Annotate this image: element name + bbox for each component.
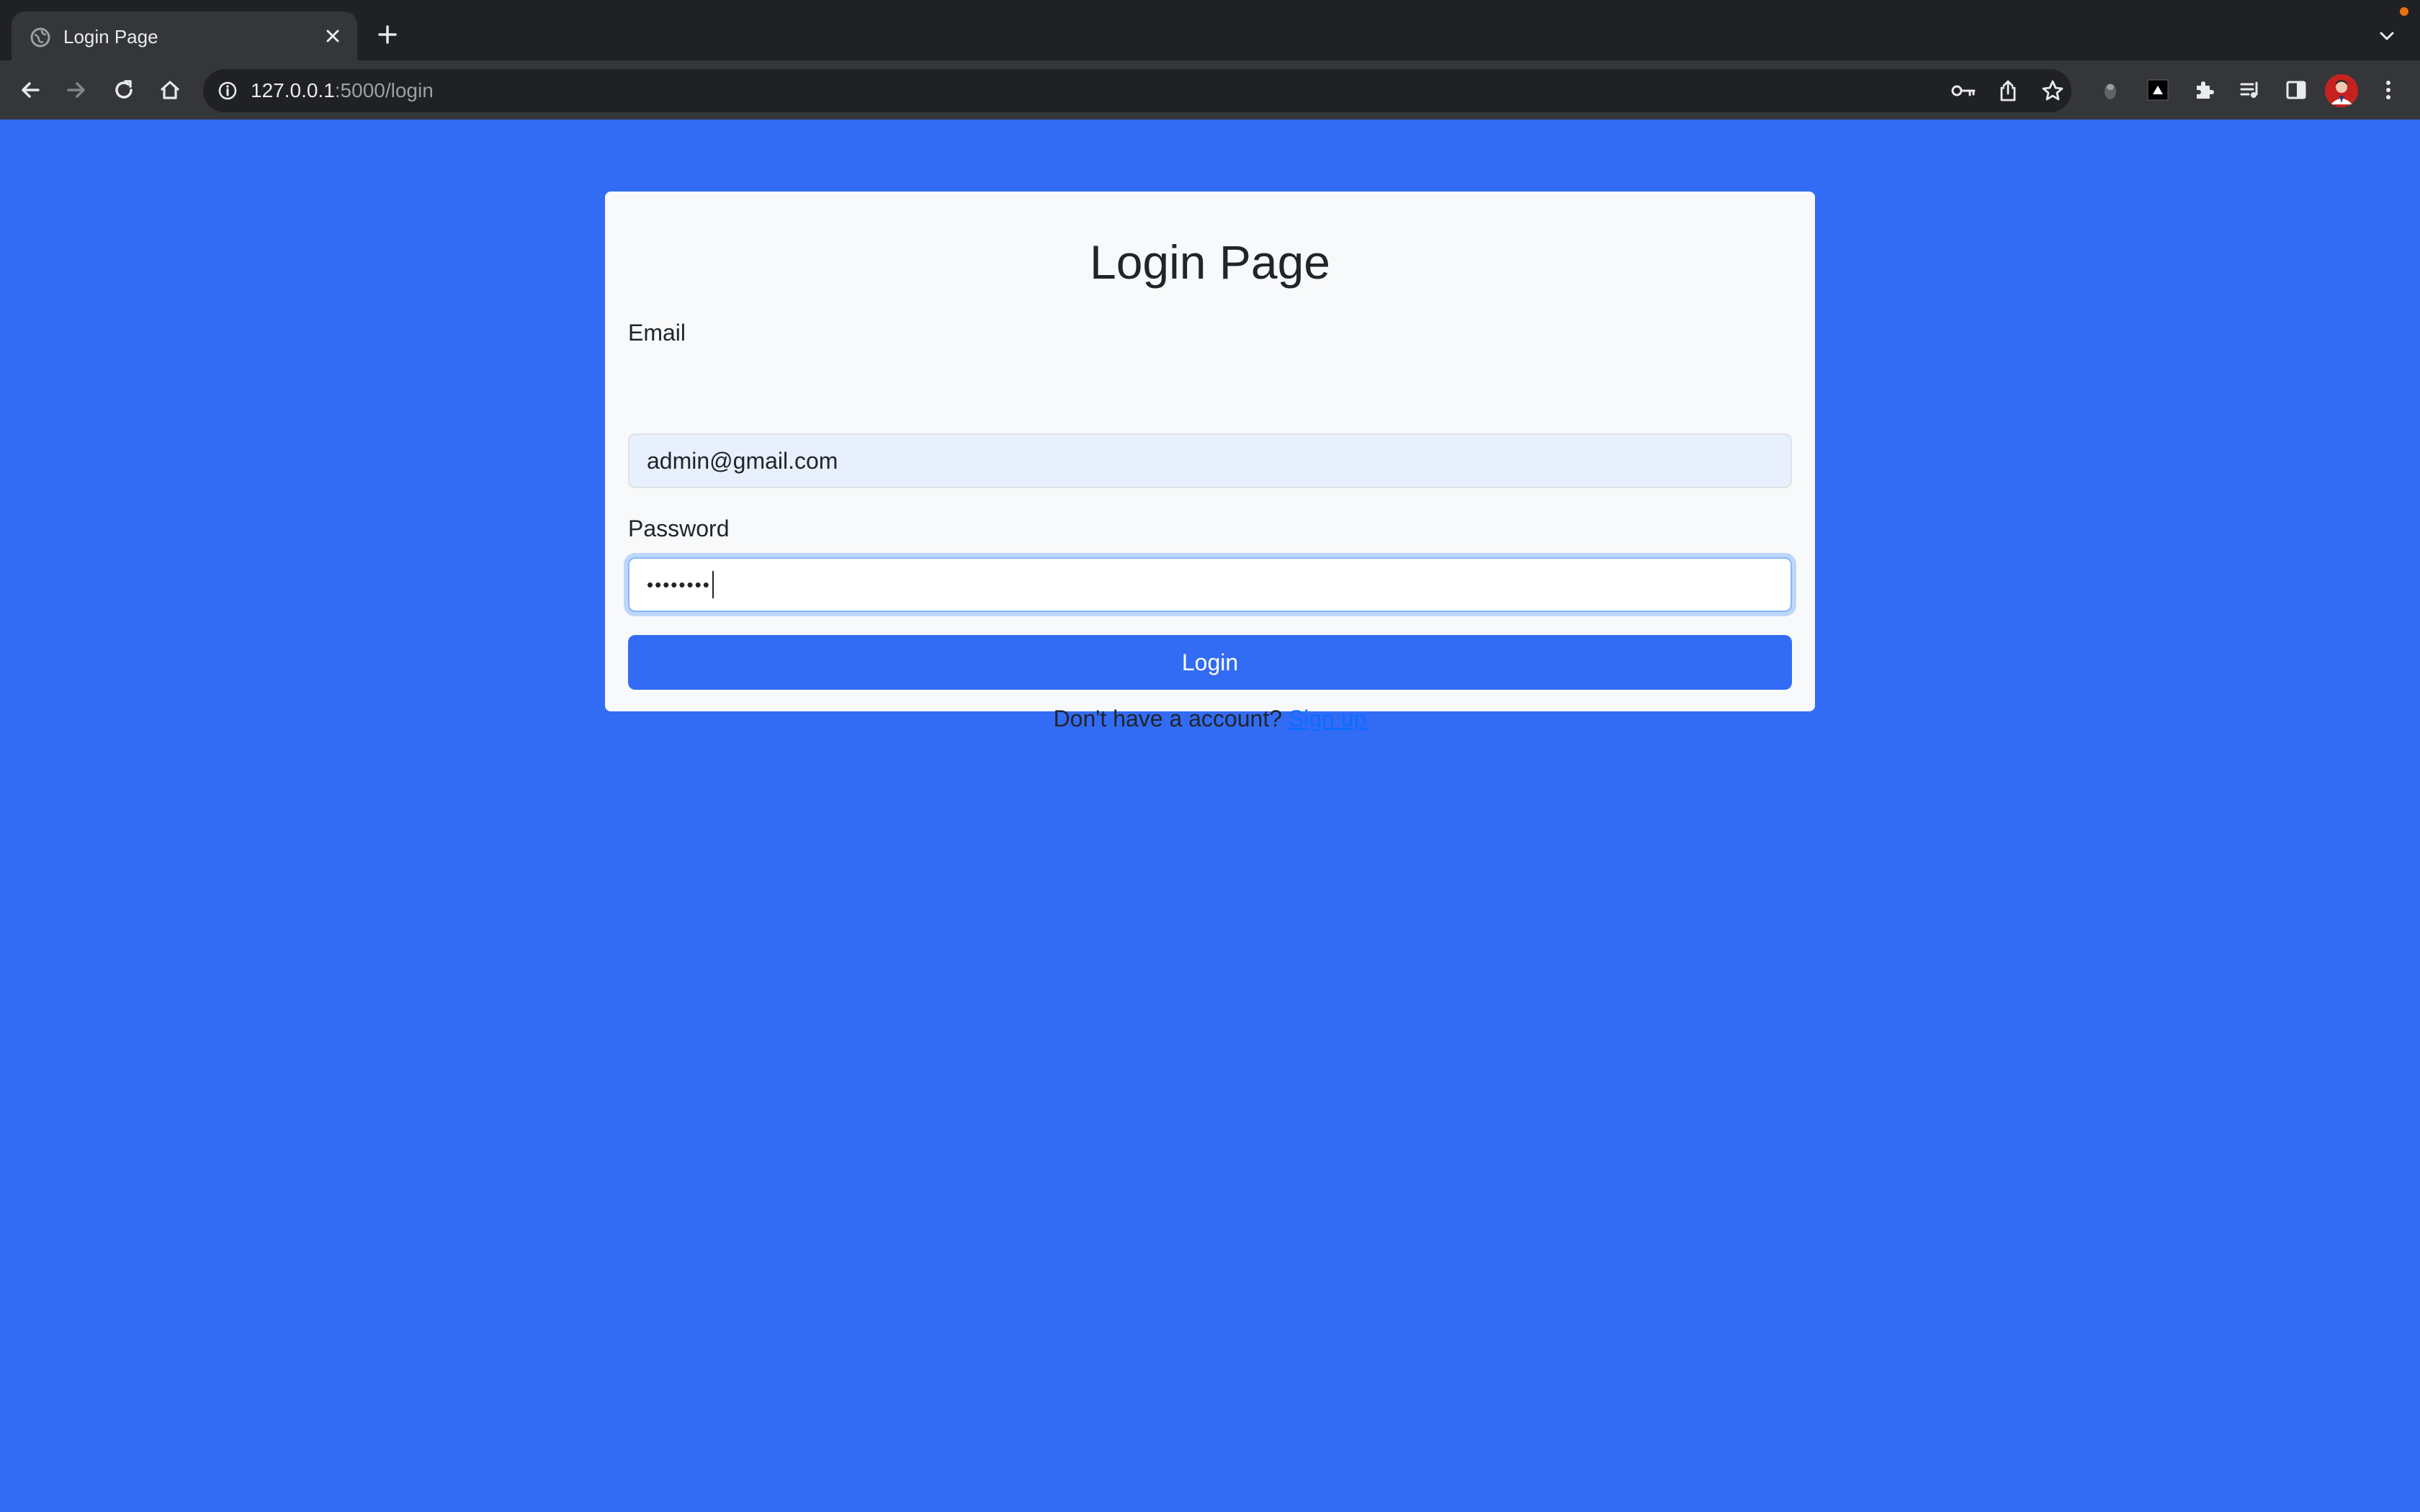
star-icon[interactable] — [2038, 78, 2067, 104]
password-field[interactable]: •••••••• — [628, 557, 1792, 612]
media-queue-icon[interactable] — [2234, 74, 2266, 106]
kebab-menu-icon[interactable] — [2372, 74, 2404, 106]
login-card: Login Page Email admin@gmail.com Passwor… — [605, 192, 1815, 732]
avatar[interactable] — [2325, 74, 2358, 107]
puzzle-icon[interactable] — [2188, 74, 2220, 106]
tab-title: Login Page — [63, 26, 158, 48]
key-icon[interactable] — [1949, 78, 1978, 104]
extension-black-icon[interactable] — [2142, 74, 2174, 106]
recording-indicator — [2400, 7, 2408, 16]
email-field[interactable]: admin@gmail.com — [628, 433, 1792, 488]
share-icon[interactable] — [1994, 78, 2022, 104]
email-value: admin@gmail.com — [647, 447, 838, 474]
browser-toolbar: 127.0.0.1:5000/login — [0, 60, 2420, 120]
page-title: Login Page — [1090, 235, 1330, 289]
password-label: Password — [628, 516, 730, 541]
password-value: •••••••• — [647, 573, 711, 595]
signup-prompt-line: Don't have a account? Sign up — [605, 704, 1815, 733]
signup-link[interactable]: Sign up — [1289, 706, 1367, 732]
login-button[interactable]: Login — [628, 635, 1792, 690]
address-bar[interactable]: 127.0.0.1:5000/login — [203, 69, 2071, 112]
reload-icon[interactable] — [108, 74, 140, 106]
close-icon[interactable] — [320, 23, 346, 49]
info-icon[interactable] — [216, 79, 239, 102]
url-host: 127.0.0.1 — [251, 79, 335, 102]
text-caret — [712, 571, 714, 598]
plus-icon[interactable] — [373, 20, 402, 49]
chevron-down-icon[interactable] — [2372, 22, 2401, 50]
signup-prompt: Don't have a account? — [1053, 706, 1282, 732]
globe-icon — [29, 26, 52, 49]
arrow-right-icon[interactable] — [60, 74, 92, 106]
arrow-left-icon[interactable] — [14, 74, 46, 106]
email-label: Email — [628, 320, 686, 346]
tab-strip: Login Page — [0, 0, 2420, 60]
browser-tab[interactable]: Login Page — [12, 12, 357, 60]
url-text: 127.0.0.1:5000/login — [251, 78, 434, 104]
page-viewport: Login Page Email admin@gmail.com Passwor… — [0, 120, 2420, 1512]
extension-icon[interactable] — [2094, 74, 2126, 106]
url-path: :5000/login — [334, 79, 434, 102]
home-icon[interactable] — [154, 74, 186, 106]
side-panel-icon[interactable] — [2280, 74, 2312, 106]
